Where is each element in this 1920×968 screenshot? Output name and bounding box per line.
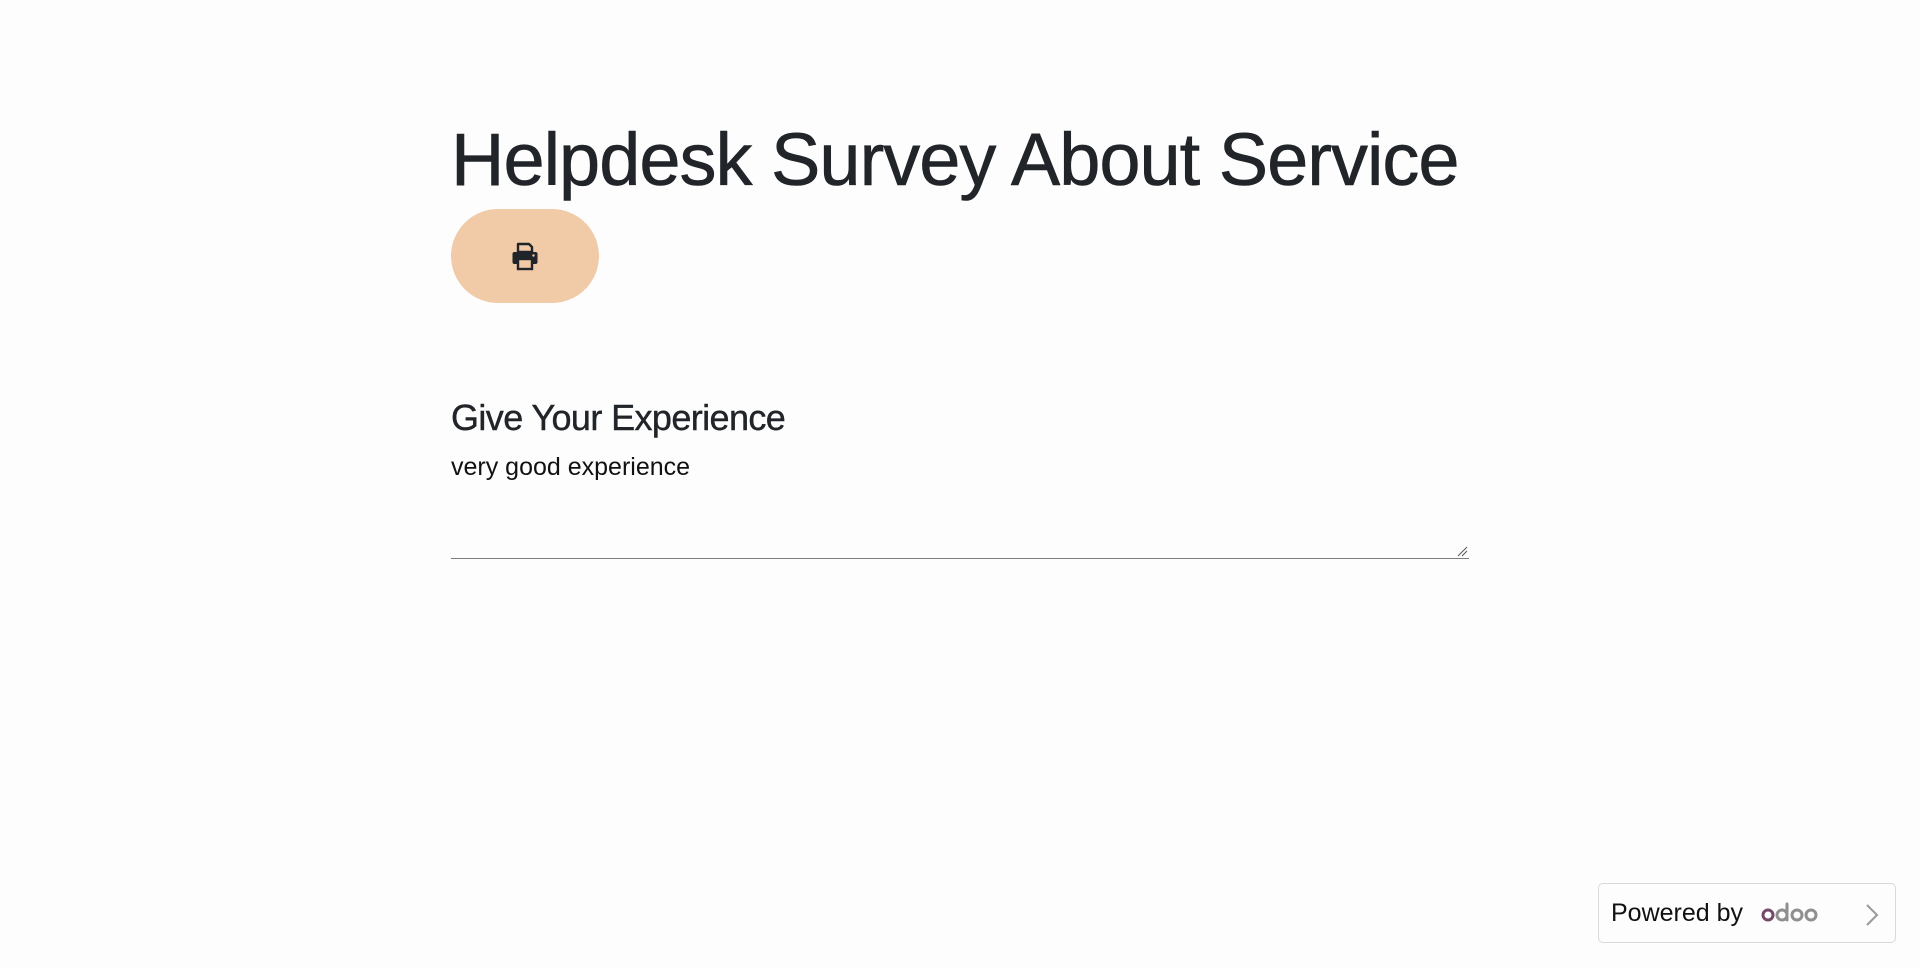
answer-textarea[interactable]: very good experience [451, 450, 1469, 558]
page-title: Helpdesk Survey About Service [451, 118, 1460, 202]
resize-handle-icon[interactable] [1457, 546, 1468, 557]
print-button[interactable] [451, 209, 599, 303]
printer-icon [511, 241, 539, 271]
question-title: Give Your Experience [451, 397, 786, 438]
powered-by-label: Powered by [1611, 898, 1744, 927]
powered-by-odoo-link[interactable]: Powered by [1598, 883, 1896, 943]
survey-print-page: Helpdesk Survey About Service Give Your … [0, 0, 1920, 968]
question-block: Give Your Experience very good experienc… [451, 396, 1469, 559]
survey-content: Helpdesk Survey About Service Give Your … [451, 112, 1469, 559]
chevron-right-icon [1866, 904, 1879, 926]
answer-field-wrapper: very good experience [451, 450, 1469, 559]
odoo-logo [1761, 902, 1818, 922]
